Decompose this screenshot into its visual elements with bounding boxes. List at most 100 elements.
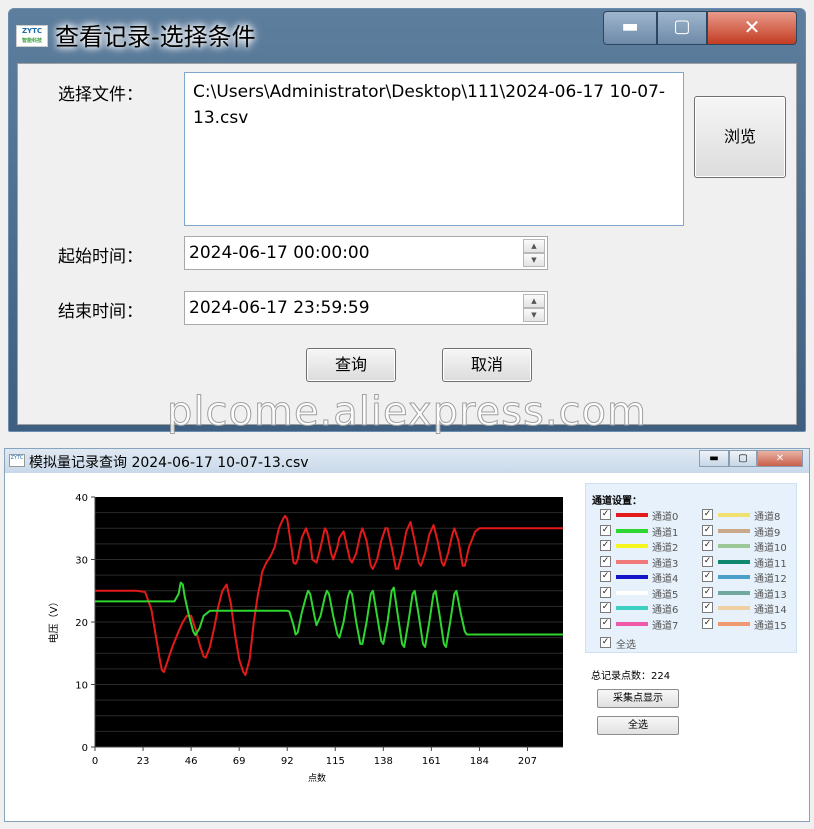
analog-record-query-window: ZYTC 模拟量记录查询 2024-06-17 10-07-13.csv ▬ ▢… bbox=[4, 448, 810, 822]
close-button[interactable]: ✕ bbox=[707, 11, 797, 45]
dialog-title: 查看记录-选择条件 bbox=[55, 23, 256, 51]
maximize-icon: ▢ bbox=[738, 453, 748, 464]
checkbox-checked-icon[interactable]: ✓ bbox=[702, 571, 713, 582]
channel-settings-title: 通道设置： bbox=[592, 496, 642, 507]
channel-name-label: 通道9 bbox=[754, 527, 781, 539]
x-tick-label: 161 bbox=[422, 756, 441, 767]
dialog-title-bar[interactable]: ZYTC 智能科技 查看记录-选择条件 ▬ ▢ ✕ bbox=[9, 9, 805, 61]
checkbox-checked-icon[interactable]: ✓ bbox=[600, 540, 611, 551]
y-tick-label: 10 bbox=[75, 681, 88, 692]
channel-checkbox-15[interactable]: ✓ 通道15 bbox=[702, 617, 798, 632]
channel-color-swatch bbox=[616, 559, 648, 564]
x-tick-label: 46 bbox=[185, 756, 198, 767]
start-time-picker[interactable]: 2024-06-17 00:00:00 ▲ ▼ bbox=[184, 236, 548, 270]
channel-checkbox-4[interactable]: ✓ 通道4 bbox=[600, 570, 696, 585]
start-time-label: 起始时间： bbox=[58, 247, 143, 267]
window-close-button[interactable]: ✕ bbox=[757, 450, 803, 467]
channel-name-label: 通道13 bbox=[754, 589, 787, 601]
file-path-textbox[interactable]: C:\Users\Administrator\Desktop\111\2024-… bbox=[184, 72, 684, 226]
start-time-spinner[interactable]: ▲ ▼ bbox=[523, 239, 545, 267]
window-title: 模拟量记录查询 2024-06-17 10-07-13.csv bbox=[29, 455, 309, 471]
window-maximize-button[interactable]: ▢ bbox=[729, 450, 757, 467]
checkbox-checked-icon[interactable]: ✓ bbox=[600, 571, 611, 582]
checkbox-checked-icon[interactable]: ✓ bbox=[702, 586, 713, 598]
channel-checkbox-1[interactable]: ✓ 通道1 bbox=[600, 524, 696, 539]
x-tick-label: 69 bbox=[233, 756, 246, 767]
channel-name-label: 通道2 bbox=[652, 543, 679, 554]
channel-checkbox-14[interactable]: ✓ 通道14 bbox=[702, 601, 798, 616]
spin-up-icon[interactable]: ▲ bbox=[523, 294, 545, 308]
channel-color-swatch bbox=[616, 528, 648, 533]
channel-color-swatch bbox=[616, 513, 648, 517]
channel-checkbox-3[interactable]: ✓ 通道3 bbox=[600, 555, 696, 570]
channel-checkbox-13[interactable]: ✓ 通道13 bbox=[702, 586, 798, 601]
channel-color-swatch bbox=[616, 544, 648, 548]
checkbox-checked-icon[interactable]: ✓ bbox=[600, 602, 611, 613]
channel-checkbox-7[interactable]: ✓ 通道7 bbox=[600, 617, 696, 632]
channel-color-swatch bbox=[718, 606, 750, 610]
channel-name-label: 通道11 bbox=[754, 558, 787, 570]
channel-name-label: 通道3 bbox=[652, 558, 679, 570]
channel-color-swatch bbox=[718, 513, 750, 517]
dialog-client-area: 选择文件： C:\Users\Administrator\Desktop\111… bbox=[17, 63, 797, 425]
channel-checkbox-8[interactable]: ✓ 通道8 bbox=[702, 508, 798, 523]
channel-checkbox-0[interactable]: ✓ 通道0 bbox=[600, 508, 696, 523]
channel-name-label: 通道8 bbox=[754, 512, 781, 523]
channel-checkbox-2[interactable]: ✓ 通道2 bbox=[600, 539, 696, 554]
spin-down-icon[interactable]: ▼ bbox=[523, 308, 545, 322]
channel-color-swatch bbox=[616, 621, 648, 626]
channel-name-label: 通道0 bbox=[652, 512, 679, 523]
cancel-button[interactable]: 取消 bbox=[442, 348, 532, 382]
checkbox-checked-icon[interactable]: ✓ bbox=[702, 617, 713, 629]
checkbox-checked-icon[interactable]: ✓ bbox=[600, 637, 611, 648]
channel-checkbox-11[interactable]: ✓ 通道11 bbox=[702, 555, 798, 570]
window-minimize-button[interactable]: ▬ bbox=[699, 450, 729, 467]
checkbox-checked-icon[interactable]: ✓ bbox=[702, 555, 713, 567]
channel-checkbox-6[interactable]: ✓ 通道6 bbox=[600, 601, 696, 616]
select-conditions-dialog: ZYTC 智能科技 查看记录-选择条件 ▬ ▢ ✕ 选择文件： C:\Users… bbox=[8, 8, 806, 432]
select-all-checkbox[interactable]: ✓ 全选 bbox=[600, 636, 690, 651]
channel-name-label: 通道12 bbox=[754, 574, 787, 585]
channel-checkbox-9[interactable]: ✓ 通道9 bbox=[702, 524, 798, 539]
window-title-bar[interactable]: ZYTC 模拟量记录查询 2024-06-17 10-07-13.csv ▬ ▢… bbox=[5, 449, 809, 473]
channel-name-label: 通道4 bbox=[652, 574, 679, 585]
end-time-spinner[interactable]: ▲ ▼ bbox=[523, 294, 545, 322]
checkbox-checked-icon[interactable]: ✓ bbox=[702, 509, 713, 520]
checkbox-checked-icon[interactable]: ✓ bbox=[600, 524, 611, 536]
spin-down-icon[interactable]: ▼ bbox=[523, 253, 545, 267]
total-points-label: 总记录点数：224 bbox=[591, 671, 671, 682]
channel-name-label: 通道1 bbox=[652, 527, 679, 539]
query-button[interactable]: 查询 bbox=[306, 348, 396, 382]
y-tick-label: 20 bbox=[75, 618, 88, 629]
maximize-icon: ▢ bbox=[673, 16, 691, 37]
channel-checkbox-10[interactable]: ✓ 通道10 bbox=[702, 539, 798, 554]
app-logo-subtext: 智能科技 bbox=[21, 38, 42, 44]
end-time-value: 2024-06-17 23:59:59 bbox=[189, 298, 370, 318]
browse-button[interactable]: 浏览 bbox=[694, 96, 786, 178]
channel-color-swatch bbox=[616, 575, 648, 579]
checkbox-checked-icon[interactable]: ✓ bbox=[702, 524, 713, 536]
checkbox-checked-icon[interactable]: ✓ bbox=[600, 555, 611, 567]
maximize-button[interactable]: ▢ bbox=[657, 11, 707, 45]
x-tick-label: 115 bbox=[326, 756, 345, 767]
checkbox-checked-icon[interactable]: ✓ bbox=[702, 602, 713, 613]
x-tick-label: 23 bbox=[137, 756, 150, 767]
channel-color-swatch bbox=[718, 621, 750, 626]
minimize-button[interactable]: ▬ bbox=[603, 11, 657, 45]
y-axis-label: 电压（V） bbox=[47, 597, 60, 644]
checkbox-checked-icon[interactable]: ✓ bbox=[600, 586, 611, 598]
select-all-button[interactable]: 全选 bbox=[597, 716, 679, 735]
end-time-picker[interactable]: 2024-06-17 23:59:59 ▲ ▼ bbox=[184, 291, 548, 325]
voltage-chart: 0 10 20 30 40 0 23 46 69 92 115 138 161 184 207 点数 电压（V） bbox=[47, 493, 563, 784]
channel-name-label: 通道14 bbox=[754, 605, 787, 616]
checkbox-checked-icon[interactable]: ✓ bbox=[600, 509, 611, 520]
checkbox-checked-icon[interactable]: ✓ bbox=[702, 540, 713, 551]
channel-checkbox-12[interactable]: ✓ 通道12 bbox=[702, 570, 798, 585]
y-tick-label: 30 bbox=[75, 556, 88, 567]
show-points-button[interactable]: 采集点显示 bbox=[597, 689, 679, 708]
spin-up-icon[interactable]: ▲ bbox=[523, 239, 545, 253]
channel-checkbox-5[interactable]: ✓ 通道5 bbox=[600, 586, 696, 601]
checkbox-checked-icon[interactable]: ✓ bbox=[600, 617, 611, 629]
x-tick-label: 92 bbox=[281, 756, 294, 767]
channel-color-swatch bbox=[616, 606, 648, 610]
